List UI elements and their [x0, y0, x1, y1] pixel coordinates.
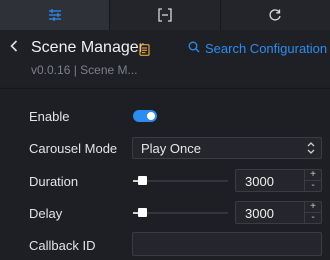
decrement-button[interactable]: - — [305, 213, 321, 223]
search-configuration-label: Search Configuration — [205, 41, 328, 56]
slider-thumb[interactable] — [138, 176, 147, 185]
header-divider — [0, 88, 330, 89]
version-text: v0.0.16 | Scene M... — [31, 63, 138, 77]
callback-id-input[interactable] — [132, 232, 322, 256]
carousel-mode-value: Play Once — [141, 141, 201, 156]
duration-slider[interactable] — [133, 175, 228, 187]
delay-value: 3000 — [245, 206, 274, 221]
document-icon[interactable] — [139, 43, 150, 61]
back-button[interactable] — [8, 40, 20, 56]
top-tab-bar — [0, 0, 330, 30]
page-title: Scene Manager — [31, 39, 144, 56]
delay-label: Delay — [29, 206, 63, 221]
slider-thumb[interactable] — [138, 208, 147, 217]
enable-label: Enable — [29, 109, 70, 124]
duration-label: Duration — [29, 174, 79, 189]
duration-number-input[interactable]: 3000 + - — [235, 169, 322, 192]
tab-settings[interactable] — [0, 0, 111, 30]
delay-number-input[interactable]: 3000 + - — [235, 201, 322, 224]
bracket-icon — [158, 8, 172, 22]
delay-stepper: + - — [304, 202, 321, 223]
search-configuration-link[interactable]: Search Configuration — [188, 41, 327, 56]
select-arrows-icon — [307, 141, 315, 160]
search-icon — [188, 41, 200, 56]
enable-toggle[interactable] — [133, 110, 157, 122]
carousel-mode-label: Carousel Mode — [29, 141, 118, 156]
carousel-mode-select[interactable]: Play Once — [132, 137, 322, 159]
chevron-left-icon — [10, 39, 18, 57]
duration-stepper: + - — [304, 170, 321, 191]
decrement-button[interactable]: - — [305, 181, 321, 191]
delay-slider[interactable] — [133, 207, 228, 219]
refresh-icon — [268, 8, 282, 22]
callback-id-label: Callback ID — [29, 238, 96, 253]
duration-value: 3000 — [245, 174, 274, 189]
settings-sliders-icon — [48, 8, 62, 22]
toggle-knob — [147, 112, 155, 120]
slider-track — [133, 212, 228, 214]
tab-code[interactable] — [110, 0, 221, 30]
tab-interaction[interactable] — [220, 0, 330, 30]
slider-track — [133, 180, 228, 182]
